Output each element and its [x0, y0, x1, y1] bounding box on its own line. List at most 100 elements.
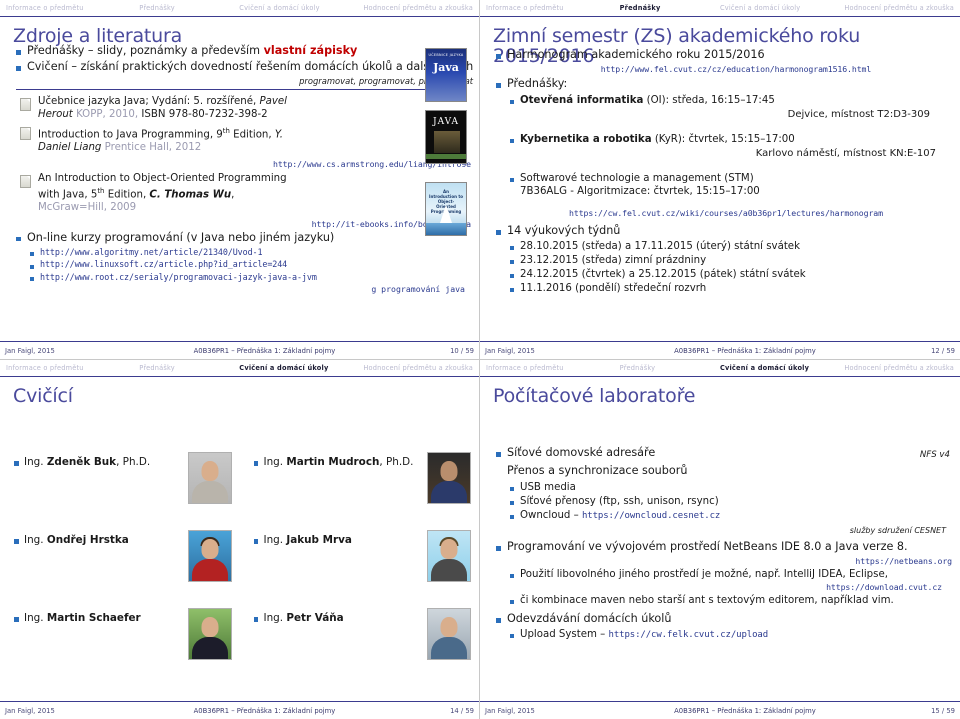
list-item: Síťové přenosy (ftp, ssh, unison, rsync)	[510, 495, 960, 508]
nav-item-prednasky[interactable]: Přednášky	[137, 364, 237, 372]
bullet-square-icon	[510, 273, 514, 278]
slide2-navbar: Informace o předmětu Přednášky Cvičení a…	[480, 0, 960, 17]
online-course-link[interactable]: http://www.algoritmy.net/article/21340/U…	[40, 247, 263, 257]
bullet-square-icon	[510, 514, 514, 519]
slide-deck: Informace o předmětu Přednášky Cvičení a…	[0, 0, 960, 719]
week-note: 11.1.2016 (pondělí) středeční rozvrh	[520, 283, 707, 294]
lecture-program-name: Kybernetika a robotika	[520, 134, 652, 145]
list-item: Programování ve vývojovém prostředí NetB…	[496, 540, 960, 554]
torso-shape	[191, 481, 228, 503]
netbeans-label: Programování ve vývojovém prostředí NetB…	[507, 540, 908, 553]
ta-cell: Ing. Petr Váňa	[240, 608, 480, 660]
bullet-square-icon	[496, 546, 501, 551]
ta-fullname: Ondřej Hrstka	[46, 534, 129, 546]
book-author-cont: Daniel Liang	[38, 142, 102, 154]
nav-item-informace[interactable]: Informace o předmětu	[4, 4, 137, 12]
list-item[interactable]: http://www.linuxsoft.cz/article.php?id_a…	[30, 259, 479, 271]
slide2-body: Harmonogram akademického roku 2015/2016 …	[480, 48, 960, 339]
list-item: 23.12.2015 (středa) zimní prázdniny	[510, 254, 960, 267]
nav-item-cviceni[interactable]: Cvičení a domácí úkoly	[718, 4, 842, 12]
list-item: Harmonogram akademického roku 2015/2016	[496, 48, 960, 62]
bullet-square-icon	[510, 99, 514, 104]
ta-fullname: Martin Mudroch	[286, 456, 380, 468]
ta-cell: Ing. Ondřej Hrstka	[0, 530, 240, 582]
list-item: USB media	[510, 481, 960, 494]
book-author-cont: Herout	[38, 108, 73, 120]
upload-url-link[interactable]: https://cw.felk.cvut.cz/upload	[609, 630, 769, 640]
netbeans-url-link[interactable]: https://netbeans.org	[480, 556, 960, 566]
nav-item-hodnoceni[interactable]: Hodnocení předmětu a zkouška	[842, 364, 956, 372]
week-note: 24.12.2015 (čtvrtek) a 25.12.2015 (pátek…	[520, 269, 806, 280]
photo-zdenek-buk	[187, 452, 232, 504]
bullet-square-icon	[510, 287, 514, 292]
online-courses-heading: On-line kurzy programování (v Java nebo …	[27, 230, 335, 244]
intro-oop-java-cover: An Introduction to Object-Oriented Progr…	[425, 182, 467, 236]
bullet-square-icon	[496, 83, 501, 88]
list-item[interactable]: http://www.root.cz/serialy/programovaci-…	[30, 272, 479, 284]
book-url-link[interactable]: http://www.cs.armstrong.edu/liang/intro9…	[0, 159, 479, 169]
lecture-room: Dejvice, místnost T2:D3-309	[787, 109, 930, 120]
ta-prefix: Ing.	[24, 612, 47, 624]
book-title: Učebnice jazyka Java; Vydání: 5. rozšíře…	[38, 96, 260, 107]
lecture-program-name: Otevřená informatika	[520, 95, 644, 106]
book-publisher: McGraw=Hill, 2009	[38, 202, 137, 214]
list-item: Kybernetika a robotika (KyR): čtvrtek, 1…	[510, 133, 960, 146]
download-url-link[interactable]: https://download.cvut.cz	[480, 582, 960, 592]
online-course-link[interactable]: http://www.root.cz/serialy/programovaci-…	[40, 272, 317, 282]
footer-course: A0B36PR1 – Přednáška 1: Základní pojmy	[674, 706, 816, 715]
ta-prefix: Ing.	[24, 456, 47, 468]
list-item[interactable]: http://www.algoritmy.net/article/21340/U…	[30, 247, 479, 259]
nav-item-informace[interactable]: Informace o předmětu	[484, 364, 618, 372]
nav-item-hodnoceni[interactable]: Hodnocení předmětu a zkouška	[361, 4, 475, 12]
slide4-body: Síťové domovské adresáře NFS v4 Přenos a…	[480, 446, 960, 699]
lectures-wiki-url-link[interactable]: https://cw.fel.cvut.cz/wiki/courses/a0b3…	[480, 208, 960, 218]
owncloud-url-link[interactable]: https://owncloud.cesnet.cz	[582, 511, 720, 521]
slide1-body: Přednášky – slidy, poznámky a především …	[0, 44, 479, 339]
lecture-time: 7B36ALG - Algoritmizace: čtvrtek, 15:15–…	[520, 186, 760, 197]
maven-ant-text: či kombinace maven nebo starší ant s tex…	[520, 595, 894, 606]
face-shape	[440, 539, 458, 559]
bullet-square-icon	[496, 230, 501, 235]
torso-shape	[431, 637, 467, 659]
nav-item-cviceni[interactable]: Cvičení a domácí úkoly	[718, 364, 842, 372]
nav-item-informace[interactable]: Informace o předmětu	[484, 4, 618, 12]
book-url-link[interactable]: http://it-ebooks.info/book/1908/a	[0, 219, 479, 229]
ta-name: Ing. Martin Schaefer	[14, 608, 141, 624]
torso-shape	[191, 559, 228, 581]
photo-martin-mudroch	[427, 452, 471, 504]
book-isbn: ISBN 978-80-7232-398-2	[138, 108, 268, 120]
nav-item-prednasky[interactable]: Přednášky	[137, 4, 237, 12]
bullet-text: Přednášky – slidy, poznámky a především	[27, 44, 264, 57]
cesnet-note: služby sdružení CESNET	[849, 526, 946, 535]
footer-author: Jan Faigl, 2015	[5, 346, 55, 355]
literature-entry: Učebnice jazyka Java; Vydání: 5. rozšíře…	[20, 96, 479, 121]
cover-sea	[426, 223, 466, 235]
list-item[interactable]: Owncloud – https://owncloud.cesnet.cz	[510, 509, 960, 523]
bullet-square-icon	[510, 138, 514, 143]
bullet-square-icon	[510, 486, 514, 491]
cover-band	[426, 154, 466, 159]
nav-item-prednasky[interactable]: Přednášky	[618, 4, 718, 12]
bullet-square-icon	[14, 617, 19, 622]
book-title-line2: with Java, 5	[38, 189, 98, 201]
nav-item-informace[interactable]: Informace o předmětu	[4, 364, 137, 372]
list-item: či kombinace maven nebo starší ant s tex…	[510, 594, 960, 607]
nav-item-prednasky[interactable]: Přednášky	[618, 364, 718, 372]
slide4-footer: Jan Faigl, 2015 A0B36PR1 – Přednáška 1: …	[480, 701, 960, 719]
list-item[interactable]: Upload System – https://cw.felk.cvut.cz/…	[510, 628, 960, 642]
harmonogram-url-link[interactable]: http://www.fel.cvut.cz/cz/education/harm…	[480, 64, 960, 74]
footer-course: A0B36PR1 – Přednáška 1: Základní pojmy	[193, 706, 336, 715]
book-author: Y.	[274, 129, 284, 141]
face-shape	[440, 617, 458, 637]
online-course-link[interactable]: http://www.linuxsoft.cz/article.php?id_a…	[40, 259, 287, 269]
nav-item-hodnoceni[interactable]: Hodnocení předmětu a zkouška	[842, 4, 956, 12]
nav-item-hodnoceni[interactable]: Hodnocení předmětu a zkouška	[361, 364, 475, 372]
face-shape	[201, 617, 218, 637]
nav-item-cviceni[interactable]: Cvičení a domácí úkoly	[237, 364, 361, 372]
photo-petr-vana	[427, 608, 471, 660]
torso-shape	[431, 559, 467, 581]
nav-item-cviceni[interactable]: Cvičení a domácí úkoly	[237, 4, 361, 12]
ta-fullname: Petr Váňa	[286, 612, 344, 624]
bullet-square-icon	[496, 452, 501, 457]
bullet-square-icon	[510, 599, 514, 604]
